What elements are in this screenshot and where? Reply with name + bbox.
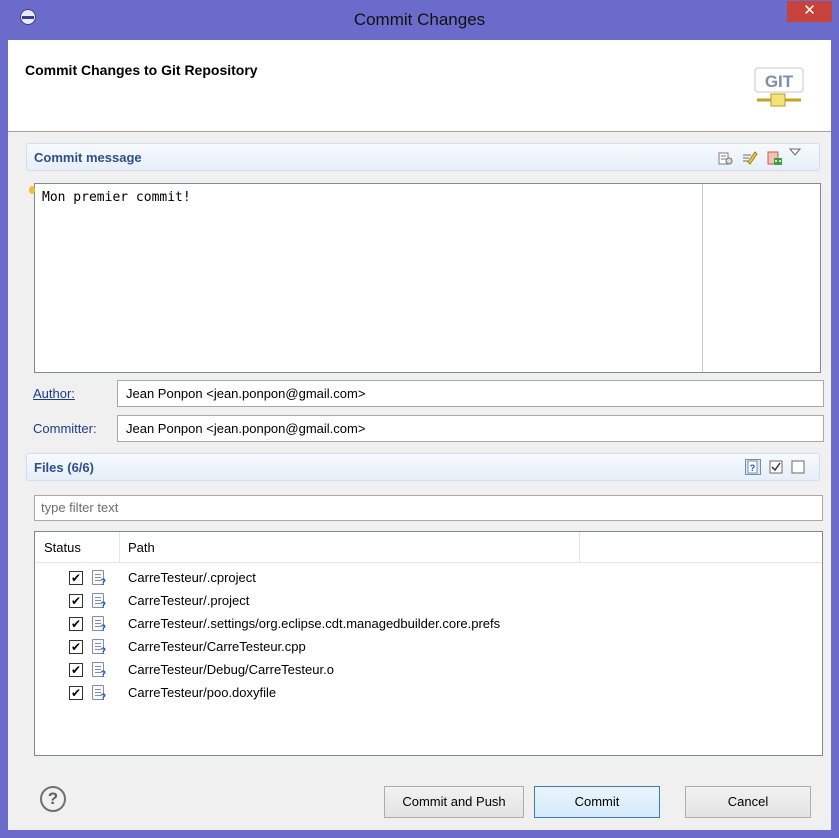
column-separator[interactable] <box>119 532 120 562</box>
show-untracked-files-icon[interactable]: ? <box>745 459 761 475</box>
amend-commit-icon[interactable] <box>767 150 783 166</box>
cancel-label: Cancel <box>727 794 769 809</box>
previous-messages-icon[interactable] <box>717 150 733 166</box>
dialog-body: Commit Changes to Git Repository GIT Com… <box>8 40 831 830</box>
title-bar[interactable]: Commit Changes ✕ <box>0 0 839 40</box>
filter-input[interactable]: type filter text <box>34 495 823 521</box>
file-path: CarreTesteur/.settings/org.eclipse.cdt.m… <box>128 616 501 631</box>
table-row[interactable]: ✔ CarreTesteur/.project <box>35 590 822 613</box>
file-path: CarreTesteur/.cproject <box>128 570 256 585</box>
git-logo-icon: GIT <box>754 67 804 107</box>
commit-and-push-label: Commit and Push <box>402 794 506 809</box>
window-title: Commit Changes <box>353 10 486 29</box>
table-row[interactable]: ✔ CarreTesteur/.cproject <box>35 567 822 590</box>
file-checkbox[interactable]: ✔ <box>69 663 83 677</box>
file-checkbox[interactable]: ✔ <box>69 594 83 608</box>
table-row[interactable]: ✔ CarreTesteur/poo.doxyfile <box>35 682 822 705</box>
committer-field[interactable]: Jean Ponpon <jean.ponpon@gmail.com> <box>117 415 824 442</box>
commit-button[interactable]: Commit <box>534 786 660 818</box>
view-menu-icon[interactable] <box>789 147 801 157</box>
untracked-file-icon <box>92 685 106 702</box>
deselect-all-icon[interactable] <box>791 460 805 474</box>
lightbulb-icon <box>29 186 35 194</box>
commit-and-push-button[interactable]: Commit and Push <box>384 786 524 818</box>
column-header-status[interactable]: Status <box>44 540 81 555</box>
commit-message-label: Commit message <box>34 150 142 165</box>
untracked-cpp-file-icon <box>92 639 106 656</box>
files-table: Status Path ✔ CarreTesteur/.cproject ✔ C… <box>34 531 823 756</box>
select-all-icon[interactable] <box>769 460 783 474</box>
file-path: CarreTesteur/poo.doxyfile <box>128 685 277 700</box>
table-row[interactable]: ✔ CarreTesteur/CarreTesteur.cpp <box>35 636 822 659</box>
close-button[interactable]: ✕ <box>787 1 832 22</box>
files-header: Files (6/6) ? <box>26 453 820 481</box>
table-header: Status Path <box>35 532 822 563</box>
dialog-window: Commit Changes ✕ Commit Changes to Git R… <box>0 0 839 838</box>
untracked-file-icon <box>92 570 106 587</box>
table-row[interactable]: ✔ CarreTesteur/.settings/org.eclipse.cdt… <box>35 613 822 636</box>
file-path: CarreTesteur/CarreTesteur.cpp <box>128 639 306 654</box>
untracked-binary-file-icon <box>92 662 106 679</box>
help-icon[interactable]: ? <box>40 786 66 812</box>
commit-message-header: Commit message <box>26 143 820 171</box>
git-logo-text: GIT <box>765 72 794 91</box>
file-checkbox[interactable]: ✔ <box>69 617 83 631</box>
file-checkbox[interactable]: ✔ <box>69 686 83 700</box>
commit-label: Commit <box>574 794 620 809</box>
untracked-file-icon <box>92 593 106 610</box>
add-signed-off-by-icon[interactable] <box>742 150 758 166</box>
page-title: Commit Changes to Git Repository <box>25 62 258 78</box>
file-checkbox[interactable]: ✔ <box>69 640 83 654</box>
table-row[interactable]: ✔ CarreTesteur/Debug/CarreTesteur.o <box>35 659 822 682</box>
file-path: CarreTesteur/.project <box>128 593 250 608</box>
column-header-path[interactable]: Path <box>128 540 155 555</box>
commit-message-text: Mon premier commit! <box>42 190 191 205</box>
author-label: Author: <box>33 386 75 401</box>
files-label: Files (6/6) <box>34 460 94 475</box>
untracked-file-icon <box>92 616 106 633</box>
column-separator[interactable] <box>579 532 580 562</box>
commit-message-editor[interactable]: Mon premier commit! <box>29 183 821 373</box>
committer-label: Committer: <box>33 421 97 436</box>
editor-right-margin <box>702 184 820 372</box>
cancel-button[interactable]: Cancel <box>685 786 811 818</box>
file-checkbox[interactable]: ✔ <box>69 571 83 585</box>
dialog-header: Commit Changes to Git Repository GIT <box>8 40 831 132</box>
svg-text:?: ? <box>750 463 756 473</box>
author-field[interactable]: Jean Ponpon <jean.ponpon@gmail.com> <box>117 380 824 407</box>
file-path: CarreTesteur/Debug/CarreTesteur.o <box>128 662 334 677</box>
